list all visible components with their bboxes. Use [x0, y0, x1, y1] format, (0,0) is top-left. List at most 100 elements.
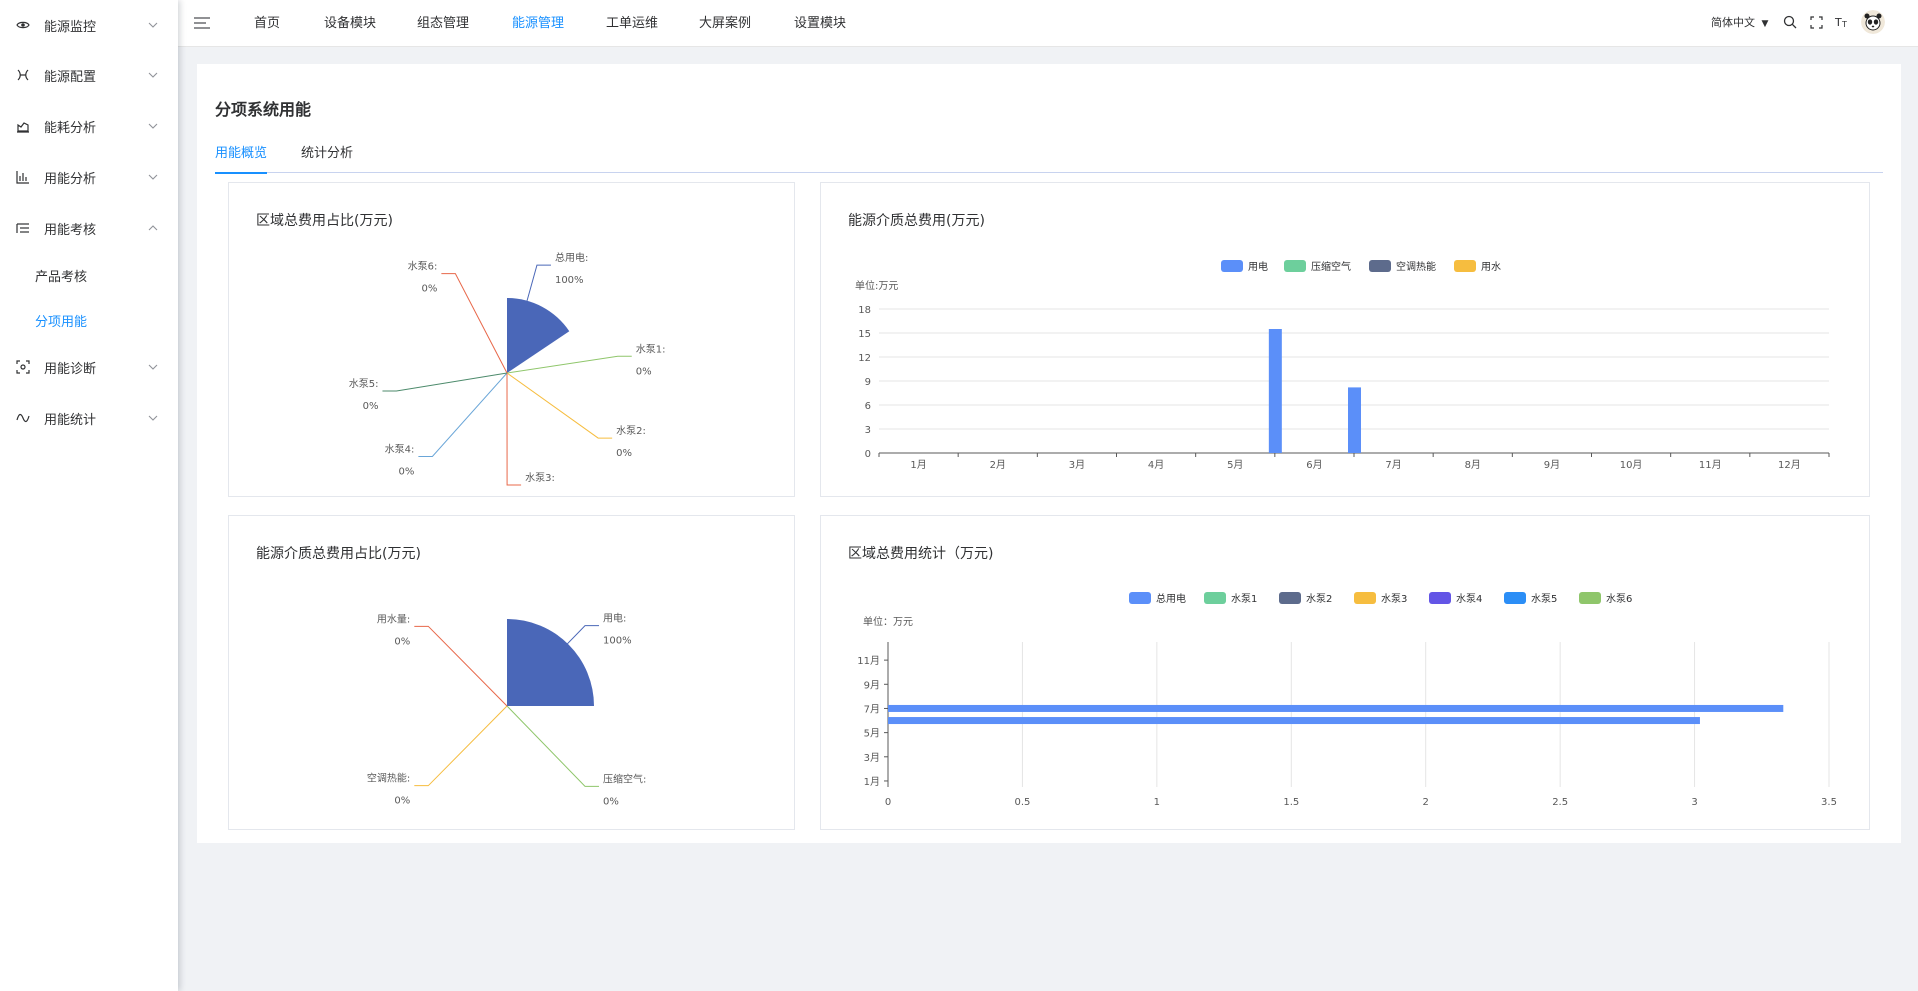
sidebar-item-7[interactable]: 用能统计	[0, 393, 178, 443]
pie-label: 水泵3:	[525, 472, 555, 484]
x-tick-label: 0.5	[1014, 797, 1030, 808]
x-tick-label: 1	[1154, 797, 1160, 808]
sidebar-item-1[interactable]: 能源监控	[0, 0, 178, 50]
wave-icon	[15, 410, 31, 426]
eye-icon	[15, 17, 31, 33]
pie-label: 水泵5:	[349, 378, 379, 390]
sidebar-item-label: 能源配置	[44, 69, 97, 85]
x-tick-label: 2月	[990, 459, 1006, 471]
tab-statistics[interactable]: 统计分析	[301, 142, 353, 172]
language-select[interactable]: 简体中文 ▼	[1711, 14, 1768, 30]
sidebar-item-2[interactable]: 能源配置	[0, 50, 178, 100]
unit-label: 单位：万元	[863, 615, 913, 628]
x-tick-label: 3	[1691, 797, 1697, 808]
sidebar-item-label: 用能统计	[44, 412, 97, 428]
nav-item-7[interactable]: 设置模块	[794, 0, 846, 46]
pie-label-line	[414, 705, 508, 787]
chevron-down-icon	[148, 362, 158, 372]
y-tick-label: 3月	[864, 752, 880, 764]
submenu-item-label: 产品考核	[35, 269, 88, 285]
panel-region-cost-stats: 区域总费用统计（万元) 总用电 水泵1 水泵2 水泵3 水泵4 水泵5 水泵6 单位：万元 0 0…	[820, 515, 1870, 830]
pie-label-line	[382, 372, 508, 392]
svg-text:T: T	[1834, 16, 1842, 29]
x-tick-label: 3月	[1069, 459, 1085, 471]
y-tick-label: 15	[858, 329, 871, 340]
sidebar-item-5[interactable]: 用能考核	[0, 203, 178, 253]
legend-swatch	[1429, 592, 1451, 604]
chevron-down-icon	[148, 172, 158, 182]
fullscreen-icon[interactable]	[1808, 14, 1824, 30]
pie-label-line	[506, 372, 613, 439]
scan-icon	[15, 359, 31, 375]
hamburger-icon[interactable]	[192, 14, 212, 32]
pie-chart-region: 总用电: 100% 水泵1: 0% 水泵2: 0% 水泵3: 0% 水泵4: 0% 水泵5: 0% 水泵…	[349, 251, 666, 496]
submenu-item-2[interactable]: 分项用能	[0, 298, 178, 342]
legend-label: 空调热能	[1396, 260, 1436, 273]
pie-label-line	[506, 372, 522, 486]
panel-medium-cost: 能源介质总费用(万元) 用电 压缩空气 空调热能 用水 单位:万元 0 3 6 9 12 15 18 1…	[820, 182, 1870, 497]
nav-item-4[interactable]: 能源管理	[512, 0, 564, 46]
search-icon[interactable]	[1782, 14, 1798, 30]
x-tick-label: 12月	[1778, 459, 1801, 471]
pie-slice	[507, 619, 594, 706]
avatar[interactable]	[1861, 10, 1885, 34]
pie-percent: 100%	[603, 636, 632, 647]
unit-label: 单位:万元	[855, 279, 898, 292]
bar	[1268, 329, 1282, 453]
legend-label: 水泵5	[1531, 593, 1557, 605]
nav-item-2[interactable]: 设备模块	[324, 0, 376, 46]
y-tick-label: 9月	[864, 679, 880, 691]
pie-percent: 0%	[525, 495, 541, 496]
x-tick-label: 0	[885, 797, 891, 808]
nav-item-6[interactable]: 大屏案例	[699, 0, 751, 46]
nav-item-1[interactable]: 首页	[254, 0, 280, 46]
sidebar-item-4[interactable]: 用能分析	[0, 152, 178, 202]
sidebar-item-label: 能源监控	[44, 19, 97, 35]
config-icon	[15, 67, 31, 83]
tab-overview[interactable]: 用能概览	[215, 142, 268, 174]
pie-label: 空调热能:	[367, 772, 410, 785]
y-tick-label: 11月	[857, 655, 880, 667]
legend-swatch	[1204, 592, 1226, 604]
font-size-icon[interactable]: TT	[1834, 14, 1850, 30]
pie-percent: 0%	[636, 366, 652, 377]
legend-swatch	[1354, 592, 1376, 604]
legend-swatch	[1129, 592, 1151, 604]
top-header: 首页 设备模块 组态管理 能源管理 工单运维 大屏案例 设置模块 简体中文 ▼ TT	[178, 0, 1918, 47]
x-tick-label: 7月	[1385, 459, 1401, 471]
pie-slice	[507, 298, 570, 373]
legend-swatch	[1369, 260, 1391, 272]
legend-swatch	[1221, 260, 1243, 272]
page-title: 分项系统用能	[215, 100, 312, 119]
x-tick-label: 9月	[1544, 459, 1560, 471]
sidebar-item-6[interactable]: 用能诊断	[0, 342, 178, 392]
pie-label: 水泵2:	[616, 425, 646, 437]
x-tick-label: 2.5	[1552, 797, 1568, 808]
legend-label: 总用电	[1156, 592, 1186, 605]
pie-label: 总用电:	[555, 251, 588, 264]
pie-label-line	[414, 625, 508, 707]
caret-down-icon: ▼	[1761, 19, 1769, 29]
pie-percent: 0%	[616, 448, 632, 459]
pie-label-line	[441, 273, 508, 374]
legend-swatch	[1279, 592, 1301, 604]
bar	[1348, 387, 1361, 453]
x-tick-label: 3.5	[1821, 797, 1837, 808]
sidebar-item-3[interactable]: 能耗分析	[0, 101, 178, 151]
nav-item-3[interactable]: 组态管理	[417, 0, 469, 46]
submenu-item-1[interactable]: 产品考核	[0, 253, 178, 297]
legend-label: 水泵1	[1231, 593, 1257, 605]
y-tick-label: 18	[858, 305, 871, 316]
chevron-down-icon	[148, 121, 158, 131]
area-chart-icon	[15, 118, 31, 134]
tab-bar: 用能概览 统计分析	[215, 142, 1883, 174]
chevron-up-icon	[148, 223, 158, 233]
legend-label: 用电	[1248, 260, 1268, 273]
svg-text:T: T	[1841, 20, 1847, 29]
pie-percent: 0%	[421, 284, 437, 295]
x-tick-label: 5月	[1227, 459, 1243, 471]
submenu-item-label: 分项用能	[35, 314, 88, 330]
language-label: 简体中文	[1711, 16, 1755, 29]
main-content: 分项系统用能 用能概览 统计分析 区域总费用占比(万元) 总用电: 100% 水泵1…	[197, 64, 1901, 843]
nav-item-5[interactable]: 工单运维	[606, 0, 658, 46]
